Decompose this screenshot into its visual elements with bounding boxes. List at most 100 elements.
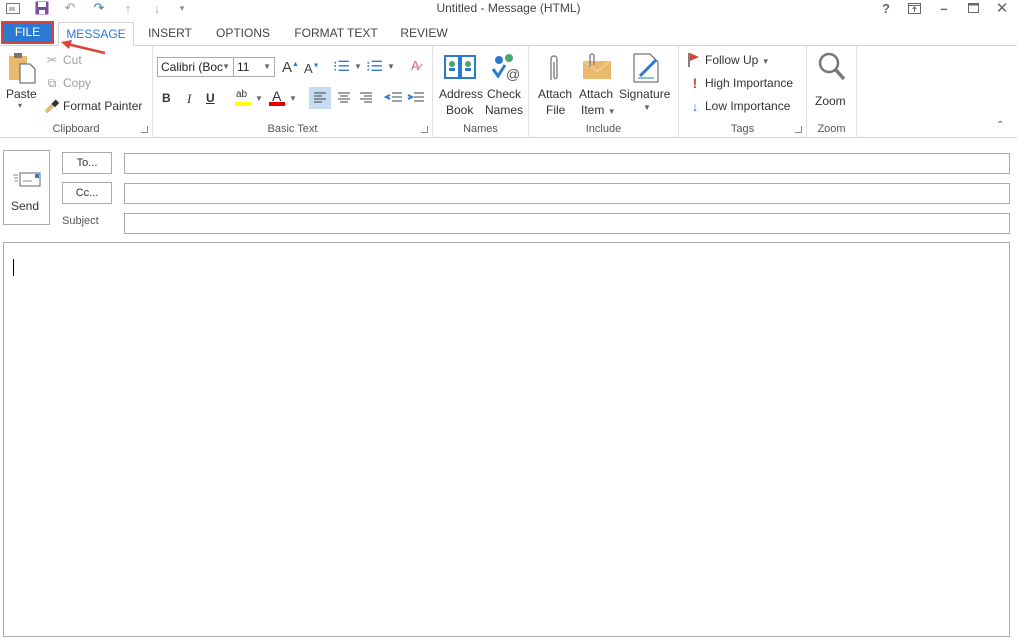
decrease-indent-icon[interactable]	[384, 87, 404, 109]
format-painter-icon	[44, 99, 60, 114]
paperclip-icon	[550, 55, 558, 80]
attach-item-button[interactable]: Attach Item ▼	[577, 52, 617, 118]
names-group-label: Names	[463, 123, 498, 135]
cut-label: Cut	[63, 53, 82, 67]
window-title: Untitled - Message (HTML)	[436, 1, 581, 15]
tab-file[interactable]: FILE	[1, 21, 54, 44]
tags-group-label: Tags	[730, 123, 755, 135]
attach-file-label-1: Attach	[538, 87, 573, 101]
basic-text-dialog-launcher[interactable]	[421, 126, 428, 133]
subject-field[interactable]	[124, 213, 1010, 234]
follow-up-button[interactable]: Follow Up ▼	[687, 52, 797, 70]
names-group: Address Book @ Check Names Names	[433, 46, 529, 138]
zoom-button[interactable]: Zoom	[811, 52, 853, 112]
chevron-down-icon[interactable]: ▼	[222, 58, 230, 76]
signature-button[interactable]: Signature ▼	[619, 52, 675, 118]
signature-dropdown-icon[interactable]: ▼	[643, 103, 651, 112]
paste-button[interactable]: Paste ▾	[4, 52, 38, 116]
increase-indent-icon[interactable]	[406, 87, 426, 109]
include-group: Attach File Attach Item ▼ Signature ▼ In…	[529, 46, 679, 138]
high-importance-button[interactable]: ! High Importance	[687, 75, 802, 93]
grow-font-icon[interactable]: A▲	[282, 59, 299, 76]
to-field[interactable]	[124, 153, 1010, 174]
send-label: Send	[11, 199, 40, 213]
exclamation-icon: !	[692, 75, 698, 91]
collapse-ribbon-icon[interactable]: ⌃	[996, 120, 1004, 131]
check-names-label-2: Names	[485, 103, 524, 117]
font-name-combo[interactable]: Calibri (Boc ▼	[157, 57, 234, 77]
attach-file-label-2: File	[546, 103, 566, 117]
format-painter-label: Format Painter	[63, 99, 143, 113]
check-names-label-1: Check	[487, 87, 522, 101]
zoom-group: Zoom Zoom	[807, 46, 857, 138]
bold-button[interactable]: B	[162, 91, 171, 105]
font-name-value: Calibri (Boc	[161, 60, 224, 74]
ribbon-tabs: FILE MESSAGE INSERT OPTIONS FORMAT TEXT …	[0, 20, 1017, 46]
numbering-icon[interactable]: ⁝☰	[366, 58, 383, 75]
text-cursor	[13, 259, 14, 276]
check-names-icon: @	[491, 54, 520, 82]
minimize-icon[interactable]: –	[933, 0, 955, 16]
align-left-icon	[314, 92, 326, 103]
tags-group: Follow Up ▼ ! High Importance ↓ Low Impo…	[679, 46, 807, 138]
clipboard-dialog-launcher[interactable]	[141, 126, 148, 133]
zoom-group-label: Zoom	[817, 123, 846, 135]
bullets-dropdown-icon[interactable]: ▼	[354, 62, 362, 71]
cc-button[interactable]: Cc...	[62, 182, 112, 204]
include-group-label: Include	[585, 123, 622, 135]
font-size-value: 11	[237, 60, 250, 74]
tab-review[interactable]: REVIEW	[396, 22, 452, 46]
close-icon[interactable]: ✕	[991, 0, 1013, 17]
highlighter-icon: ab	[236, 89, 248, 100]
highlight-dropdown-icon[interactable]: ▼	[255, 94, 263, 103]
address-book-button[interactable]: Address Book	[437, 52, 483, 118]
tags-dialog-launcher[interactable]	[795, 126, 802, 133]
highlight-color-swatch	[235, 102, 251, 106]
numbering-dropdown-icon[interactable]: ▼	[387, 62, 395, 71]
paste-dropdown-icon[interactable]: ▾	[18, 101, 22, 110]
check-names-button[interactable]: @ Check Names	[485, 52, 525, 118]
basic-text-group-label: Basic Text	[267, 123, 318, 135]
highlight-color-button[interactable]: ab	[235, 89, 251, 107]
tab-format-text[interactable]: FORMAT TEXT	[288, 22, 384, 46]
italic-button[interactable]: I	[187, 91, 191, 107]
ribbon: Paste ▾ ✂ Cut ⧉ Copy Format Painter Clip…	[0, 46, 1017, 138]
scissors-icon: ✂	[46, 53, 58, 67]
message-body[interactable]	[3, 242, 1010, 637]
zoom-label: Zoom	[815, 94, 846, 108]
font-color-button[interactable]: A	[269, 88, 285, 107]
align-right-icon[interactable]	[355, 87, 377, 109]
font-color-dropdown-icon[interactable]: ▼	[289, 94, 297, 103]
clear-formatting-icon[interactable]: A̷	[411, 58, 420, 73]
tab-options[interactable]: OPTIONS	[210, 22, 276, 46]
address-book-label-1: Address	[439, 87, 484, 101]
paste-icon	[9, 53, 36, 84]
chevron-down-icon[interactable]: ▼	[263, 58, 271, 76]
bullets-icon[interactable]: ⁝☰	[333, 58, 350, 75]
ribbon-display-options-icon[interactable]	[903, 0, 925, 16]
cc-field[interactable]	[124, 183, 1010, 204]
signature-icon	[633, 53, 659, 83]
cut-button[interactable]: ✂ Cut	[44, 52, 104, 70]
attach-item-label-2: Item ▼	[581, 103, 616, 117]
send-button[interactable]: Send	[3, 150, 50, 225]
align-center-icon[interactable]	[333, 87, 355, 109]
underline-button[interactable]: U	[206, 91, 215, 105]
align-left-button[interactable]	[309, 87, 331, 109]
help-icon[interactable]: ?	[875, 0, 897, 16]
low-importance-button[interactable]: ↓ Low Importance	[687, 98, 802, 116]
attach-item-icon	[582, 53, 612, 79]
shrink-font-icon[interactable]: A▼	[304, 61, 320, 76]
basic-text-group: Calibri (Boc ▼ 11 ▼ A▲ A▼ ⁝☰ ▼ ⁝☰ ▼ A̷ B…	[153, 46, 433, 138]
font-size-combo[interactable]: 11 ▼	[233, 57, 275, 77]
format-painter-button[interactable]: Format Painter	[44, 98, 146, 116]
restore-icon[interactable]	[962, 0, 984, 16]
tab-insert[interactable]: INSERT	[143, 22, 197, 46]
paste-label: Paste	[6, 87, 37, 101]
attach-file-button[interactable]: Attach File	[536, 52, 574, 118]
clipboard-group-label: Clipboard	[52, 123, 100, 135]
to-button[interactable]: To...	[62, 152, 112, 174]
attach-item-label-1: Attach	[579, 87, 614, 101]
copy-label: Copy	[63, 76, 92, 90]
copy-button[interactable]: ⧉ Copy	[44, 75, 104, 93]
